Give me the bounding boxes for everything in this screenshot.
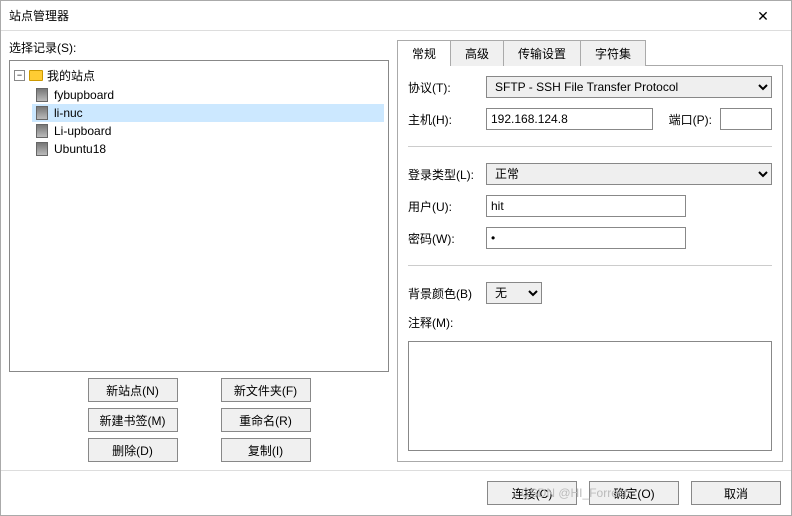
tree-item-label: Li-upboard [54,124,111,138]
tree-item[interactable]: li-nuc [32,104,384,122]
tab-general[interactable]: 常规 [397,40,451,66]
site-tree[interactable]: − 我的站点 fybupboard li-nuc Li-upboard Ubuntu1… [9,60,389,372]
port-input[interactable] [720,108,772,130]
rename-button[interactable]: 重命名(R) [221,408,311,432]
user-label: 用户(U): [408,198,478,215]
copy-button[interactable]: 复制(I) [221,438,311,462]
notes-label: 注释(M): [408,314,478,331]
watermark: CSDN @HI_Forrest [521,486,627,500]
tab-advanced[interactable]: 高级 [450,40,504,66]
delete-button[interactable]: 删除(D) [88,438,178,462]
bg-color-select[interactable]: 无 [486,282,542,304]
server-icon [36,142,48,156]
login-type-label: 登录类型(L): [408,166,478,183]
tab-bar: 常规 高级 传输设置 字符集 [397,39,783,66]
host-label: 主机(H): [408,111,478,128]
folder-icon [29,70,43,81]
server-icon [36,124,48,138]
close-icon[interactable]: ✕ [743,2,783,30]
user-input[interactable] [486,195,686,217]
cancel-button[interactable]: 取消 [691,481,781,505]
login-type-select[interactable]: 正常 [486,163,772,185]
collapse-icon[interactable]: − [14,70,25,81]
notes-textarea[interactable] [408,341,772,451]
bg-color-label: 背景颜色(B) [408,285,478,302]
new-site-button[interactable]: 新站点(N) [88,378,178,402]
password-label: 密码(W): [408,230,478,247]
port-label: 端口(P): [669,111,712,128]
titlebar: 站点管理器 ✕ [1,1,791,31]
left-button-grid: 新站点(N) 新文件夹(F) 新建书签(M) 重命名(R) 删除(D) 复制(I… [9,378,389,462]
tree-item[interactable]: Ubuntu18 [32,140,384,158]
tree-root-label: 我的站点 [47,67,95,84]
tree-item[interactable]: fybupboard [32,86,384,104]
password-input[interactable] [486,227,686,249]
tab-transfer[interactable]: 传输设置 [503,40,581,66]
new-folder-button[interactable]: 新文件夹(F) [221,378,311,402]
dialog-title: 站点管理器 [9,7,743,24]
separator [408,265,772,266]
dialog-footer: 连接(C) 确定(O) 取消 [1,470,791,515]
left-panel: 选择记录(S): − 我的站点 fybupboard li-nuc Li-upboa… [9,39,389,462]
general-pane: 协议(T): SFTP - SSH File Transfer Protocol… [397,66,783,462]
new-bookmark-button[interactable]: 新建书签(M) [88,408,178,432]
host-input[interactable] [486,108,653,130]
tree-item-label: li-nuc [54,106,83,120]
tab-charset[interactable]: 字符集 [580,40,646,66]
tree-item-label: fybupboard [54,88,114,102]
right-panel: 常规 高级 传输设置 字符集 协议(T): SFTP - SSH File Tr… [397,39,783,462]
server-icon [36,106,48,120]
tree-item[interactable]: Li-upboard [32,122,384,140]
select-record-label: 选择记录(S): [9,39,389,56]
server-icon [36,88,48,102]
separator [408,146,772,147]
protocol-label: 协议(T): [408,79,478,96]
tree-item-label: Ubuntu18 [54,142,106,156]
site-manager-dialog: 站点管理器 ✕ 选择记录(S): − 我的站点 fybupboard li-nuc… [0,0,792,516]
tree-root[interactable]: − 我的站点 [14,65,384,86]
protocol-select[interactable]: SFTP - SSH File Transfer Protocol [486,76,772,98]
